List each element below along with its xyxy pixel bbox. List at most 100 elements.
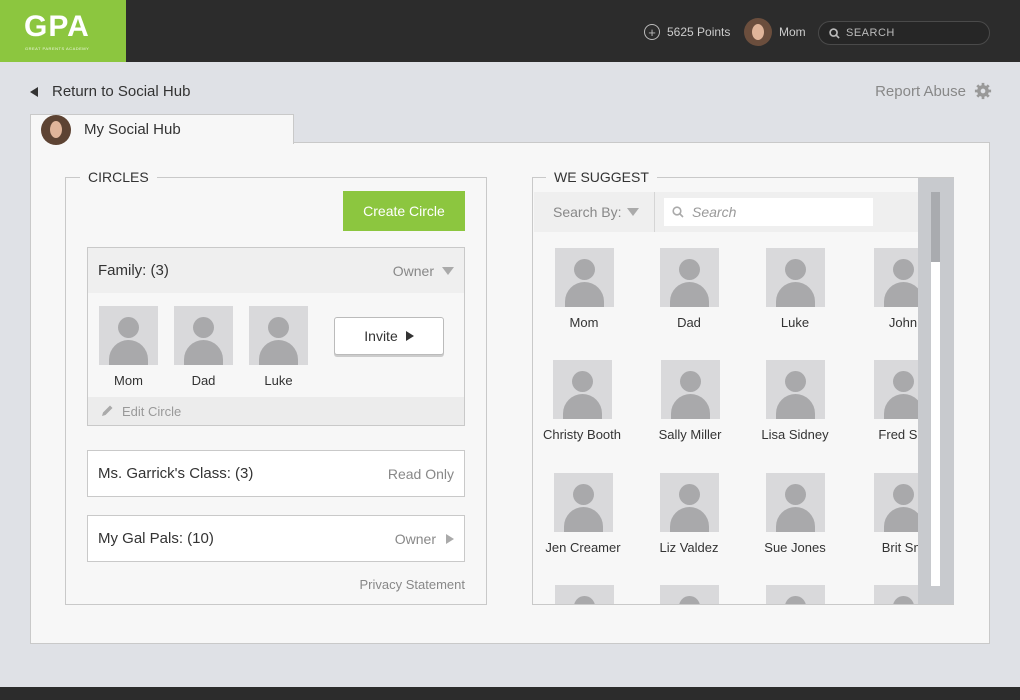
suggest-search-input[interactable] bbox=[692, 204, 862, 220]
circle-name: My Gal Pals: (10) bbox=[98, 530, 214, 547]
suggest-search-box[interactable] bbox=[664, 198, 873, 226]
avatar bbox=[744, 18, 772, 46]
role-label: Owner bbox=[394, 530, 436, 547]
suggested-person[interactable]: Sally Miller bbox=[642, 360, 738, 442]
person-placeholder-icon bbox=[660, 360, 720, 419]
suggested-person[interactable]: Sue Jones bbox=[747, 473, 843, 555]
member-list: Mom Dad Luke bbox=[99, 306, 324, 388]
family-circle-card: Family: (3) Owner Mom Dad Luke Invite Ed… bbox=[87, 247, 465, 426]
search-icon bbox=[829, 27, 840, 39]
scrollbar-thumb[interactable] bbox=[931, 192, 940, 262]
person-placeholder-icon bbox=[873, 248, 918, 307]
points-display[interactable]: + 5625 Points bbox=[644, 22, 730, 42]
suggest-legend: WE SUGGEST bbox=[546, 169, 657, 185]
member-name: Luke bbox=[264, 373, 293, 388]
person-placeholder-icon bbox=[873, 360, 918, 419]
suggested-person[interactable]: Fred Sin bbox=[855, 360, 918, 442]
person-placeholder-icon bbox=[554, 585, 614, 604]
gpa-logo[interactable]: GPA GREAT PARENTS ACADEMY bbox=[0, 0, 126, 62]
person-placeholder-icon bbox=[765, 473, 825, 532]
person-name: Liz Valdez bbox=[659, 540, 719, 555]
suggested-person[interactable]: John bbox=[855, 248, 918, 330]
top-search-box[interactable] bbox=[818, 21, 990, 45]
suggested-person[interactable]: Lisa Sidney bbox=[747, 360, 843, 442]
back-arrow-icon bbox=[30, 86, 38, 97]
person-placeholder-icon bbox=[765, 248, 825, 307]
search-icon bbox=[672, 206, 684, 218]
suggested-person[interactable]: Luke bbox=[747, 248, 843, 330]
user-name: Mom bbox=[779, 25, 806, 39]
top-bar: GPA GREAT PARENTS ACADEMY + 5625 Points … bbox=[0, 0, 1020, 62]
person-name: Sally Miller bbox=[658, 427, 722, 442]
suggested-person[interactable]: Jen Creamer bbox=[535, 473, 631, 555]
logo-subtitle: GREAT PARENTS ACADEMY bbox=[25, 46, 90, 51]
pencil-icon bbox=[102, 405, 113, 416]
person-placeholder-icon bbox=[765, 360, 825, 419]
person-placeholder-icon bbox=[765, 585, 825, 604]
person-name: Jen Creamer bbox=[545, 540, 621, 555]
create-circle-button[interactable]: Create Circle bbox=[343, 191, 465, 231]
person-name: Mom bbox=[569, 315, 599, 330]
suggested-person[interactable] bbox=[641, 585, 737, 604]
person-placeholder-icon bbox=[873, 473, 918, 532]
family-circle-header[interactable]: Family: (3) Owner bbox=[88, 248, 464, 293]
person-placeholder-icon bbox=[659, 585, 719, 604]
person-name: Luke bbox=[780, 315, 810, 330]
points-label: 5625 Points bbox=[667, 25, 731, 39]
invite-button[interactable]: Invite bbox=[334, 317, 444, 355]
person-name: Christy Booth bbox=[542, 427, 622, 442]
suggested-person[interactable]: Liz Valdez bbox=[641, 473, 737, 555]
edit-circle-link[interactable]: Edit Circle bbox=[88, 397, 464, 425]
gear-icon[interactable] bbox=[974, 82, 992, 100]
role-dropdown[interactable]: Owner bbox=[393, 263, 454, 279]
chevron-right-icon bbox=[446, 533, 454, 544]
person-placeholder-icon bbox=[553, 473, 613, 532]
social-hub-panel: CIRCLES Create Circle Family: (3) Owner … bbox=[30, 142, 990, 644]
top-search-input[interactable] bbox=[846, 27, 976, 39]
role-label: Read Only bbox=[387, 465, 454, 482]
return-to-social-hub-link[interactable]: Return to Social Hub bbox=[30, 83, 190, 100]
person-placeholder-icon bbox=[554, 248, 614, 307]
we-suggest-section: WE SUGGEST Search By: Mom Dad Luke John … bbox=[532, 169, 954, 605]
person-name: Sue Jones bbox=[764, 540, 826, 555]
user-menu[interactable]: Mom bbox=[744, 18, 806, 46]
person-placeholder-icon bbox=[249, 306, 308, 365]
person-name: Dad bbox=[677, 315, 701, 330]
circles-section: CIRCLES Create Circle Family: (3) Owner … bbox=[65, 169, 487, 605]
role-expand[interactable]: Owner bbox=[395, 531, 454, 547]
person-name: Brit Sm bbox=[881, 540, 918, 555]
member-item[interactable]: Dad bbox=[174, 306, 233, 388]
suggested-person[interactable] bbox=[536, 585, 632, 604]
suggested-person[interactable]: Brit Sm bbox=[855, 473, 918, 555]
report-abuse-link[interactable]: Report Abuse bbox=[875, 82, 992, 100]
privacy-statement-link[interactable]: Privacy Statement bbox=[360, 577, 466, 592]
member-item[interactable]: Mom bbox=[99, 306, 158, 388]
class-circle-card[interactable]: Ms. Garrick's Class: (3) Read Only bbox=[87, 450, 465, 497]
person-placeholder-icon bbox=[99, 306, 158, 365]
footer-bar bbox=[0, 687, 1020, 700]
chevron-down-icon bbox=[627, 208, 640, 216]
avatar bbox=[41, 114, 71, 145]
person-placeholder-icon bbox=[873, 585, 918, 604]
gal-pals-circle-card[interactable]: My Gal Pals: (10) Owner bbox=[87, 515, 465, 562]
search-by-label: Search By: bbox=[553, 204, 622, 220]
return-label: Return to Social Hub bbox=[52, 83, 191, 100]
scrollbar[interactable] bbox=[918, 178, 954, 604]
member-item[interactable]: Luke bbox=[249, 306, 308, 388]
suggested-person[interactable] bbox=[747, 585, 843, 604]
person-name: Lisa Sidney bbox=[761, 427, 829, 442]
suggested-person[interactable]: Christy Booth bbox=[534, 360, 630, 442]
chevron-down-icon bbox=[442, 266, 454, 275]
invite-label: Invite bbox=[364, 328, 398, 344]
suggested-person[interactable]: Mom bbox=[536, 248, 632, 330]
suggested-person[interactable]: Dad bbox=[641, 248, 737, 330]
circle-name: Ms. Garrick's Class: (3) bbox=[98, 465, 254, 482]
search-by-dropdown[interactable]: Search By: bbox=[553, 192, 640, 232]
person-placeholder-icon bbox=[659, 473, 719, 532]
suggest-grid: Mom Dad Luke John Christy Booth Sally Mi… bbox=[534, 234, 918, 604]
scrollbar-track[interactable] bbox=[931, 192, 940, 586]
member-name: Dad bbox=[191, 373, 216, 388]
suggested-person[interactable] bbox=[855, 585, 918, 604]
plus-circle-icon: + bbox=[644, 24, 660, 40]
tab-my-social-hub[interactable]: My Social Hub bbox=[30, 114, 294, 145]
